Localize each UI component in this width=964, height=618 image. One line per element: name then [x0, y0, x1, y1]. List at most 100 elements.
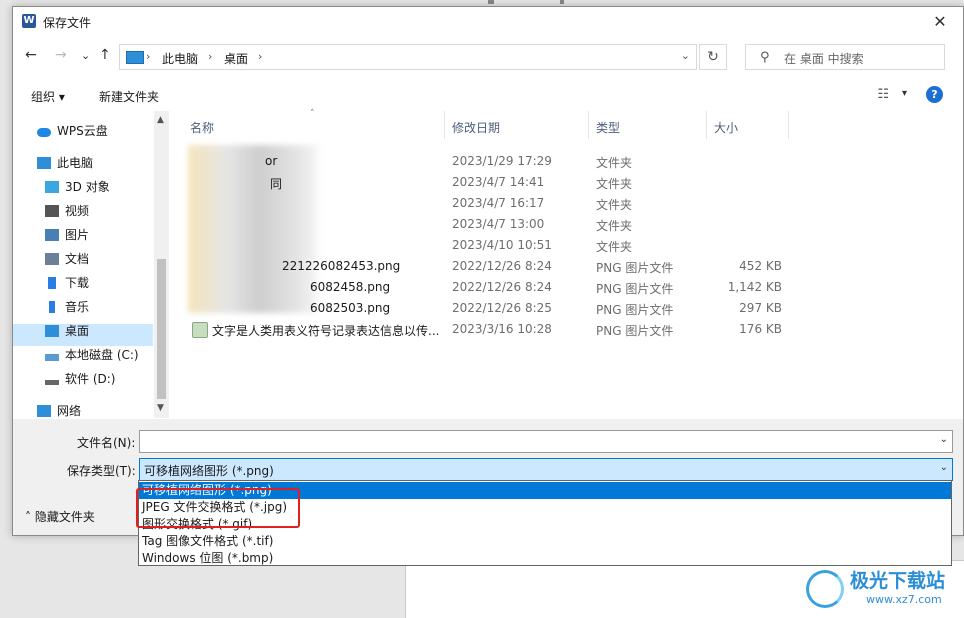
watermark-url: www.xz7.com	[866, 593, 942, 606]
file-type: PNG 图片文件	[596, 303, 674, 317]
column-divider[interactable]	[788, 111, 789, 139]
column-header-name[interactable]: 名称	[190, 119, 214, 136]
file-name: 221226082453.png	[282, 259, 401, 273]
help-icon[interactable]: ?	[926, 86, 943, 103]
hide-folders-button[interactable]: ˄ 隐藏文件夹	[25, 508, 95, 525]
sidebar-item-this-pc[interactable]: 此电脑	[37, 153, 93, 173]
network-icon	[37, 405, 51, 417]
png-file-icon	[192, 322, 208, 338]
address-dropdown-icon[interactable]: ⌄	[681, 49, 690, 62]
navigation-pane: WPS云盘 此电脑 3D 对象 视频 图片 文档 下载 音乐 桌面 本地磁盘 (…	[13, 111, 169, 418]
table-row[interactable]: 6082503.png 2022/12/26 8:25 PNG 图片文件 297…	[170, 298, 963, 319]
file-date: 2023/3/16 10:28	[452, 322, 552, 336]
save-file-dialog: W 保存文件 ✕ ← → ⌄ ↑ › 此电脑 › 桌面 › ⌄ ↻ ⚲ 在 桌面…	[12, 6, 964, 536]
filetype-label: 保存类型(T):	[67, 464, 136, 478]
filename-label: 文件名(N):	[77, 436, 136, 450]
new-folder-button[interactable]: 新建文件夹	[99, 88, 159, 105]
drive-c-icon	[45, 354, 59, 361]
table-row[interactable]: 2023/4/10 10:51 文件夹	[170, 235, 963, 256]
file-type: 文件夹	[596, 219, 633, 233]
column-header-type[interactable]: 类型	[596, 119, 620, 136]
cube-icon	[45, 181, 59, 193]
column-divider[interactable]	[444, 111, 445, 139]
view-options-icon[interactable]: ☷	[877, 87, 889, 102]
background-mark	[488, 0, 494, 4]
background-mark	[560, 0, 564, 4]
computer-icon	[37, 157, 51, 169]
column-header-date[interactable]: 修改日期	[452, 119, 500, 136]
film-icon	[45, 205, 59, 217]
chevron-down-icon[interactable]: ⌄	[940, 462, 948, 473]
sidebar-item-desktop[interactable]: 桌面	[45, 321, 89, 341]
search-placeholder: 在 桌面 中搜索	[784, 52, 864, 66]
breadcrumb-separator-icon: ›	[146, 50, 151, 63]
site-watermark: 极光下载站 www.xz7.com	[806, 564, 956, 612]
sidebar-item-documents[interactable]: 文档	[45, 249, 89, 269]
breadcrumb-separator-icon: ›	[258, 50, 263, 63]
file-size: 176 KB	[739, 322, 782, 336]
file-type: PNG 图片文件	[596, 282, 674, 296]
sidebar-item-music[interactable]: 音乐	[45, 297, 89, 317]
filetype-select[interactable]: 可移植网络图形 (*.png) ⌄	[139, 458, 953, 481]
sidebar-scrollbar[interactable]: ▲ ▼	[154, 111, 169, 418]
breadcrumb-this-pc[interactable]: 此电脑	[162, 50, 198, 67]
sidebar-item-3d-objects[interactable]: 3D 对象	[45, 177, 110, 197]
sidebar-item-network[interactable]: 网络	[37, 401, 81, 421]
address-bar[interactable]: › 此电脑 › 桌面 › ⌄	[119, 44, 697, 70]
table-row[interactable]: 文字是人类用表义符号记录表达信息以传... 2023/3/16 10:28 PN…	[170, 319, 963, 340]
sidebar-item-local-disk-c[interactable]: 本地磁盘 (C:)	[45, 345, 139, 365]
sidebar-item-wps-cloud[interactable]: WPS云盘	[37, 121, 108, 141]
table-row[interactable]: 6082458.png 2022/12/26 8:24 PNG 图片文件 1,1…	[170, 277, 963, 298]
sidebar-item-videos[interactable]: 视频	[45, 201, 89, 221]
dropdown-option-tif[interactable]: Tag 图像文件格式 (*.tif)	[139, 533, 951, 550]
filetype-selected-value: 可移植网络图形 (*.png)	[144, 464, 274, 478]
table-row[interactable]: 2023/4/7 13:00 文件夹	[170, 214, 963, 235]
file-date: 2023/1/29 17:29	[452, 154, 552, 168]
document-icon	[45, 253, 59, 265]
forward-arrow-icon[interactable]: →	[55, 47, 67, 63]
sidebar-item-pictures[interactable]: 图片	[45, 225, 89, 245]
file-type: 文件夹	[596, 156, 633, 170]
sidebar-item-software-d[interactable]: 软件 (D:)	[45, 369, 115, 389]
dialog-title: 保存文件	[43, 16, 92, 30]
filename-input[interactable]: ⌄	[139, 430, 953, 453]
desktop-icon	[45, 325, 59, 337]
breadcrumb-separator-icon: ›	[208, 50, 213, 63]
scroll-up-arrow-icon[interactable]: ▲	[157, 115, 164, 125]
scrollbar-thumb[interactable]	[157, 259, 166, 399]
back-arrow-icon[interactable]: ←	[25, 47, 37, 63]
close-button[interactable]: ✕	[927, 10, 953, 34]
sort-indicator-icon: ˄	[310, 109, 315, 119]
table-row[interactable]: 同 2023/4/7 14:41 文件夹	[170, 172, 963, 193]
music-note-icon	[49, 301, 55, 313]
chevron-down-icon[interactable]: ⌄	[940, 434, 948, 445]
breadcrumb-desktop[interactable]: 桌面	[224, 50, 248, 67]
table-row[interactable]: or 2023/1/29 17:29 文件夹	[170, 151, 963, 172]
view-dropdown-icon[interactable]: ▾	[902, 88, 907, 99]
sidebar-item-downloads[interactable]: 下载	[45, 273, 89, 293]
file-date: 2023/4/7 16:17	[452, 196, 545, 210]
column-divider[interactable]	[588, 111, 589, 139]
organize-menu-button[interactable]: 组织 ▾	[31, 88, 65, 105]
file-size: 452 KB	[739, 259, 782, 273]
drive-d-icon	[45, 380, 59, 385]
recent-locations-chevron-icon[interactable]: ⌄	[81, 49, 90, 62]
file-date: 2023/4/10 10:51	[452, 238, 552, 252]
file-type: 文件夹	[596, 240, 633, 254]
wps-writer-icon: W	[22, 14, 36, 28]
table-row[interactable]: 221226082453.png 2022/12/26 8:24 PNG 图片文…	[170, 256, 963, 277]
file-date: 2023/4/7 13:00	[452, 217, 545, 231]
column-divider[interactable]	[706, 111, 707, 139]
file-date: 2022/12/26 8:24	[452, 280, 552, 294]
search-box[interactable]: ⚲ 在 桌面 中搜索	[745, 44, 945, 70]
file-name: 文字是人类用表义符号记录表达信息以传...	[212, 324, 438, 338]
table-row[interactable]: 2023/4/7 16:17 文件夹	[170, 193, 963, 214]
file-date: 2022/12/26 8:25	[452, 301, 552, 315]
file-list: ˄ 名称 修改日期 类型 大小 or 2023/1/29 17:29 文件夹 同…	[170, 109, 963, 418]
column-header-size[interactable]: 大小	[714, 119, 738, 136]
title-bar: W 保存文件 ✕	[13, 7, 963, 37]
refresh-button[interactable]: ↻	[699, 44, 727, 70]
up-arrow-icon[interactable]: ↑	[99, 47, 111, 63]
file-name: 6082458.png	[310, 280, 391, 294]
scroll-down-arrow-icon[interactable]: ▼	[157, 403, 164, 413]
